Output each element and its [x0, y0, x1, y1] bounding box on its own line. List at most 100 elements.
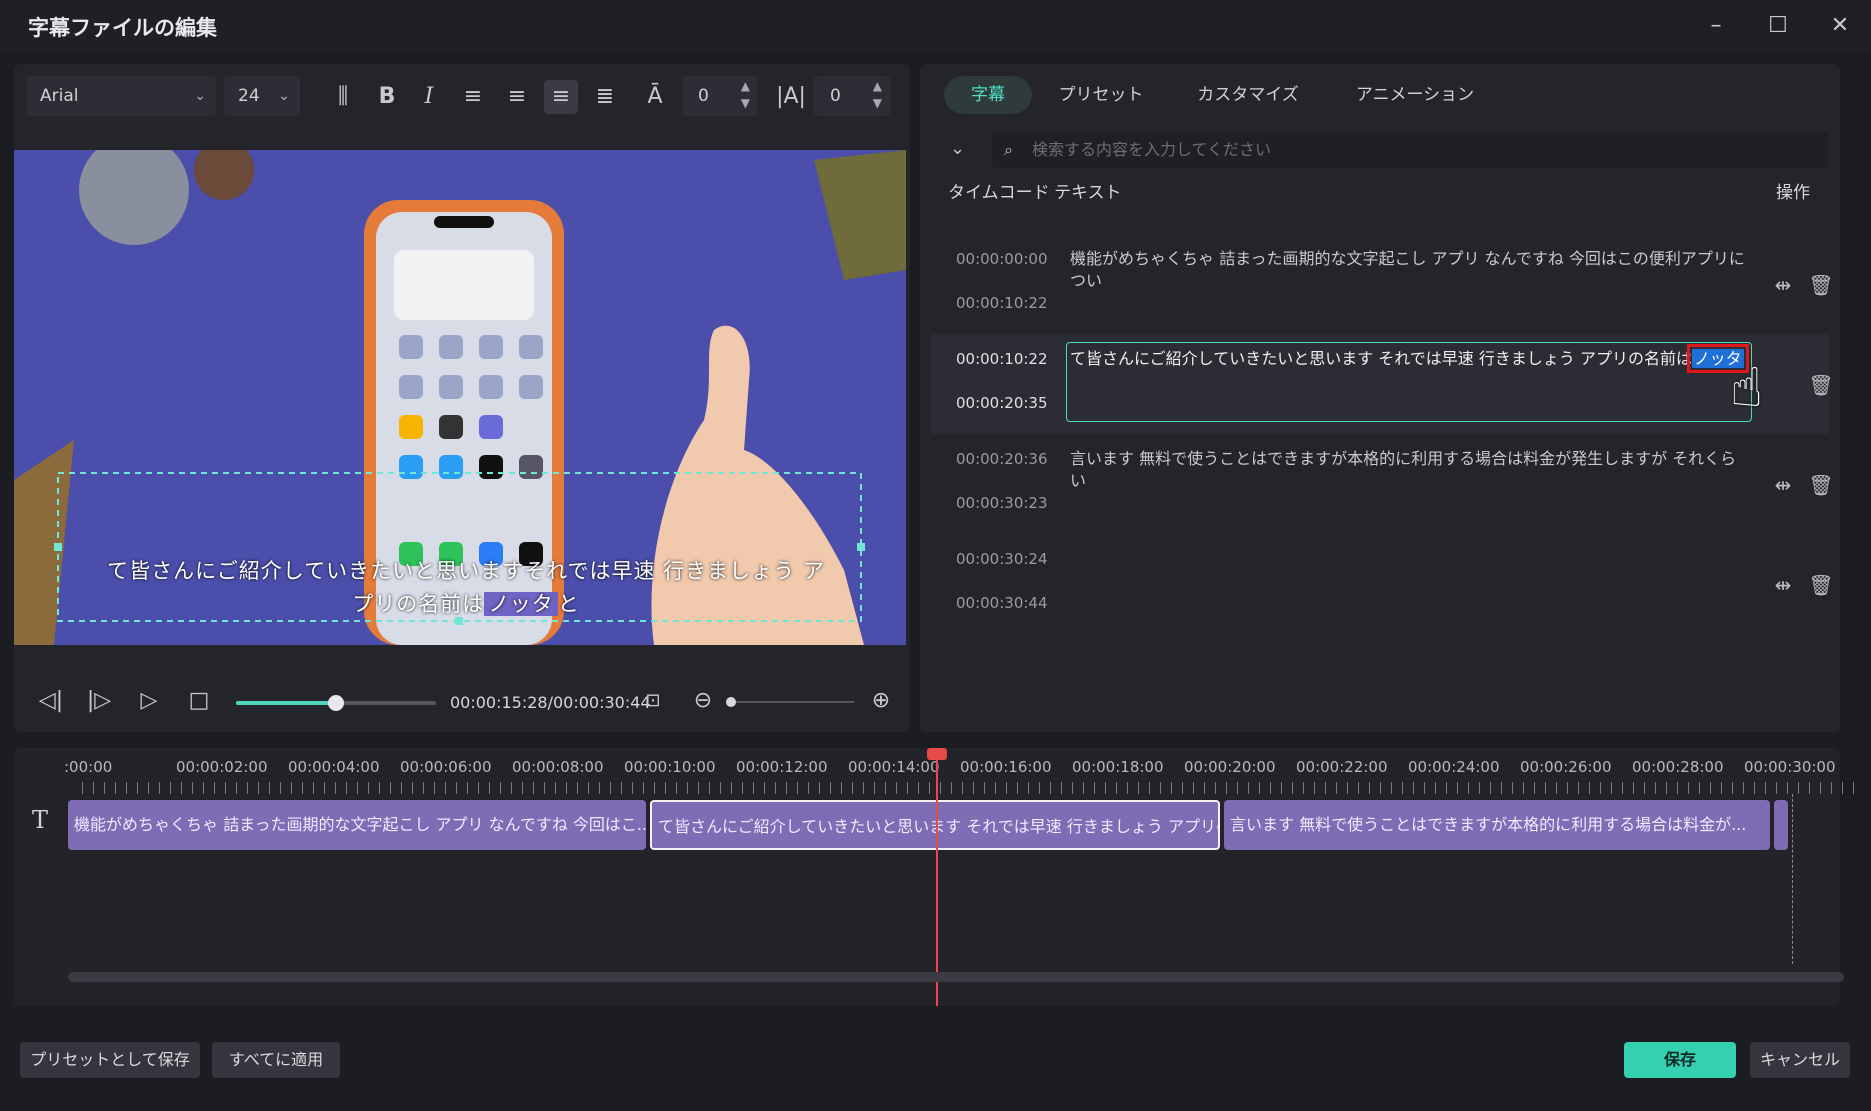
split-icon[interactable]: ⇹	[1768, 570, 1798, 600]
subtitle-text[interactable]: 言います 無料で使うことはできますが本格的に利用する場合は料金が発生しますが そ…	[1070, 448, 1750, 492]
start-timecode: 00:00:30:24	[956, 550, 1048, 568]
align-left-icon[interactable]: ≡	[456, 80, 490, 114]
subtitle-overlay-line1: て皆さんにご紹介していきたいと思いますそれでは早速 行きましょう ア	[107, 559, 825, 583]
play-icon[interactable]: ▷	[134, 686, 164, 716]
zoom-handle[interactable]	[726, 697, 736, 707]
search-icon: ⌕	[1004, 140, 1013, 159]
char-spacing-input[interactable]: 0 ▲ ▼	[682, 76, 758, 116]
subtitle-highlight: ノッタ	[484, 592, 558, 616]
apply-all-button[interactable]: すべてに適用	[212, 1042, 340, 1078]
ruler-ticks	[82, 782, 1858, 794]
subtitle-clip-end[interactable]	[1774, 800, 1788, 850]
fit-icon[interactable]: ⊡	[638, 686, 668, 716]
title-bar: 字幕ファイルの編集 – ☐ ✕	[0, 0, 1871, 52]
column-timecode: タイムコード	[948, 183, 1050, 203]
ruler-label: 00:00:10:00	[624, 758, 716, 776]
trash-icon[interactable]: 🗑	[1806, 370, 1836, 400]
trash-icon[interactable]: 🗑	[1806, 570, 1836, 600]
ruler-label: 00:00:28:00	[1632, 758, 1724, 776]
timeline-scrollbar[interactable]	[68, 972, 1844, 982]
video-preview[interactable]: て皆さんにご紹介していきたいと思いますそれでは早速 行きましょう ア プリの名前…	[14, 150, 906, 645]
end-timecode: 00:00:30:23	[956, 494, 1048, 512]
align-justify-icon[interactable]: ≣	[588, 80, 622, 114]
end-marker	[1792, 794, 1793, 964]
zoom-in-icon[interactable]: ⊕	[866, 686, 896, 716]
stepper-icon[interactable]: ▲ ▼	[873, 78, 882, 112]
subtitle-text: プリの名前は	[352, 592, 485, 616]
line-spacing-input[interactable]: 0 ▲ ▼	[814, 76, 890, 116]
playhead[interactable]	[927, 748, 947, 1006]
zoom-slider[interactable]	[726, 697, 854, 707]
bold-icon[interactable]: B	[370, 80, 404, 114]
text-toolbar: Arial ⌄ 24 ⌄ ⫼ B I ≡ ≡ ≡ ≣ Ā 0 ▲ ▼ |A| 0 …	[14, 64, 910, 128]
next-frame-icon[interactable]: |▷	[84, 686, 114, 716]
split-icon[interactable]: ⇹	[1768, 470, 1798, 500]
trash-icon[interactable]: 🗑	[1806, 470, 1836, 500]
tab-presets[interactable]: プリセット	[1046, 76, 1156, 114]
search-placeholder: 検索する内容を入力してください	[1032, 140, 1272, 159]
end-timecode: 00:00:20:35	[956, 394, 1048, 412]
ruler-label: 00:00:06:00	[400, 758, 492, 776]
baseline-icon[interactable]: Ā	[638, 80, 672, 114]
stop-icon[interactable]: □	[184, 686, 214, 716]
ruler-label: 00:00:16:00	[960, 758, 1052, 776]
subtitle-row[interactable]: 00:00:00:00 00:00:10:22 機能がめちゃくちゃ 詰まった画期…	[930, 234, 1834, 334]
ruler-label: 00:00:04:00	[288, 758, 380, 776]
close-icon[interactable]: ✕	[1820, 10, 1860, 42]
font-value: Arial	[40, 86, 79, 106]
text-direction-icon[interactable]: ⫼	[326, 80, 360, 114]
trash-icon[interactable]: 🗑	[1806, 270, 1836, 300]
search-input[interactable]: ⌕ 検索する内容を入力してください	[992, 132, 1828, 168]
zoom-out-icon[interactable]: ⊖	[688, 686, 718, 716]
align-center-icon[interactable]: ≡	[544, 80, 578, 114]
ruler-label: :00:00	[64, 758, 113, 776]
font-size-select[interactable]: 24 ⌄	[224, 76, 300, 116]
save-button[interactable]: 保存	[1624, 1042, 1736, 1078]
kerning-icon[interactable]: |A|	[774, 80, 808, 114]
subtitle-text-content: て皆さんにご紹介していきたいと思います それでは早速 行きましょう アプリの名前…	[1070, 349, 1692, 368]
subtitle-row[interactable]: 00:00:20:36 00:00:30:23 言います 無料で使うことはできま…	[930, 434, 1834, 534]
column-actions: 操作	[1776, 183, 1810, 203]
player-controls: ◁| |▷ ▷ □ 00:00:15:28/00:00:30:44 ⊡ ⊖ ⊕	[14, 672, 910, 732]
ruler-label: 00:00:20:00	[1184, 758, 1276, 776]
window-title: 字幕ファイルの編集	[28, 16, 217, 40]
italic-icon[interactable]: I	[412, 80, 446, 114]
subtitle-text[interactable]: て皆さんにご紹介していきたいと思います それでは早速 行きましょう アプリの名前…	[1070, 344, 1750, 373]
prev-frame-icon[interactable]: ◁|	[36, 686, 66, 716]
collapse-chevron-icon[interactable]: ⌄	[950, 138, 965, 159]
subtitle-row-selected[interactable]: 00:00:10:22 00:00:20:35 て皆さんにご紹介していきたいと思…	[930, 334, 1834, 434]
chevron-down-icon: ⌄	[278, 88, 290, 104]
playhead-handle[interactable]	[927, 748, 947, 760]
minimize-icon[interactable]: –	[1696, 10, 1736, 42]
subtitle-clip-selected[interactable]: て皆さんにご紹介していきたいと思います それでは早速 行きましょう アプリの..…	[650, 800, 1220, 850]
end-timecode: 00:00:10:22	[956, 294, 1048, 312]
tab-animation[interactable]: アニメーション	[1330, 76, 1500, 114]
timeline[interactable]: :00:00 00:00:02:00 00:00:04:00 00:00:06:00 0…	[14, 748, 1858, 1006]
pointer-hand-icon: ☝	[1730, 356, 1763, 419]
subtitle-row[interactable]: 00:00:30:24 00:00:30:44 ⇹ 🗑	[930, 534, 1834, 634]
text-track-icon: T	[32, 806, 49, 834]
font-size-value: 24	[238, 86, 260, 106]
subtitle-text: と	[557, 592, 580, 616]
save-preset-button[interactable]: プリセットとして保存	[20, 1042, 200, 1078]
font-select[interactable]: Arial ⌄	[26, 76, 216, 116]
subtitle-clip[interactable]: 機能がめちゃくちゃ 詰まった画期的な文字起こし アプリ なんですね 今回はこ..…	[68, 800, 646, 850]
ruler-label: 00:00:08:00	[512, 758, 604, 776]
subtitle-text[interactable]: 機能がめちゃくちゃ 詰まった画期的な文字起こし アプリ なんですね 今回はこの便…	[1070, 248, 1750, 292]
split-icon[interactable]: ⇹	[1768, 270, 1798, 300]
ruler-label: 00:00:30:00	[1744, 758, 1836, 776]
stepper-icon[interactable]: ▲ ▼	[741, 78, 750, 112]
playback-slider[interactable]	[236, 695, 436, 711]
cancel-button[interactable]: キャンセル	[1750, 1042, 1850, 1078]
tab-customize[interactable]: カスタマイズ	[1178, 76, 1318, 114]
tab-subtitles[interactable]: 字幕	[944, 76, 1032, 114]
align-right-icon[interactable]: ≡	[500, 80, 534, 114]
start-timecode: 00:00:00:00	[956, 250, 1048, 268]
ruler-label: 00:00:22:00	[1296, 758, 1388, 776]
ruler-label: 00:00:02:00	[176, 758, 268, 776]
playback-handle[interactable]	[328, 695, 344, 711]
maximize-icon[interactable]: ☐	[1758, 10, 1798, 42]
subtitle-clip[interactable]: 言います 無料で使うことはできますが本格的に利用する場合は料金が...	[1224, 800, 1770, 850]
subtitle-overlay-line2: プリの名前は ノッタと	[66, 588, 866, 618]
end-timecode: 00:00:30:44	[956, 594, 1048, 612]
